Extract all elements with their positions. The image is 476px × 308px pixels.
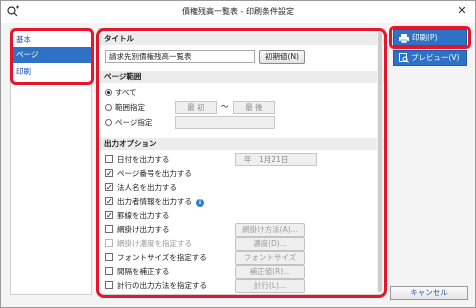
close-icon[interactable]: ✕ [455, 4, 469, 18]
print-highlight-frame [389, 26, 471, 49]
window-title: 債権残高一覧表 - 印刷条件設定 [182, 7, 294, 16]
main-highlight-frame [96, 28, 387, 298]
title-bar: 債権残高一覧表 - 印刷条件設定 ✕ [1, 1, 475, 23]
preview-button[interactable]: プレビュー(V) [393, 50, 467, 66]
preview-icon [399, 53, 409, 63]
cancel-button[interactable]: キャンセル [390, 286, 468, 300]
print-settings-window: 債権残高一覧表 - 印刷条件設定 ✕ 基本 ページ 印刷 タイトル 請求先別債権… [0, 0, 476, 308]
nav-highlight-frame [10, 28, 94, 85]
